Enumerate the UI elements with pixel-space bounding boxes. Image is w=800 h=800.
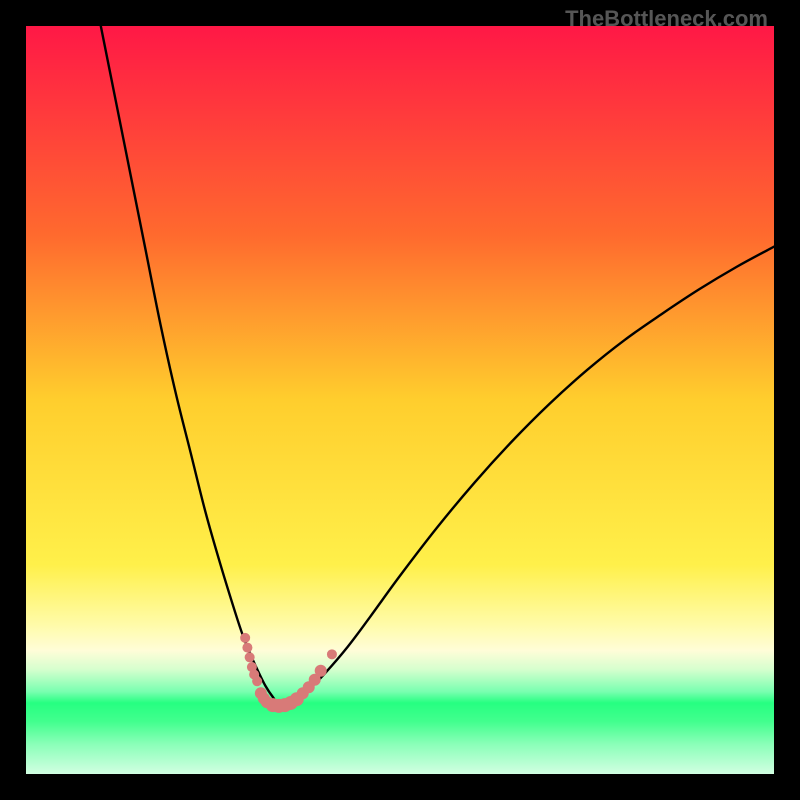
outer-frame: TheBottleneck.com: [0, 0, 800, 800]
highlight-marker: [315, 665, 327, 677]
bottleneck-curve: [101, 26, 774, 705]
highlight-marker: [327, 649, 337, 659]
chart-svg: [26, 26, 774, 774]
highlight-marker: [240, 633, 250, 643]
highlight-marker: [245, 652, 255, 662]
watermark-text: TheBottleneck.com: [565, 6, 768, 32]
highlight-marker: [242, 643, 252, 653]
plot-area: [26, 26, 774, 774]
highlight-marker: [252, 676, 262, 686]
